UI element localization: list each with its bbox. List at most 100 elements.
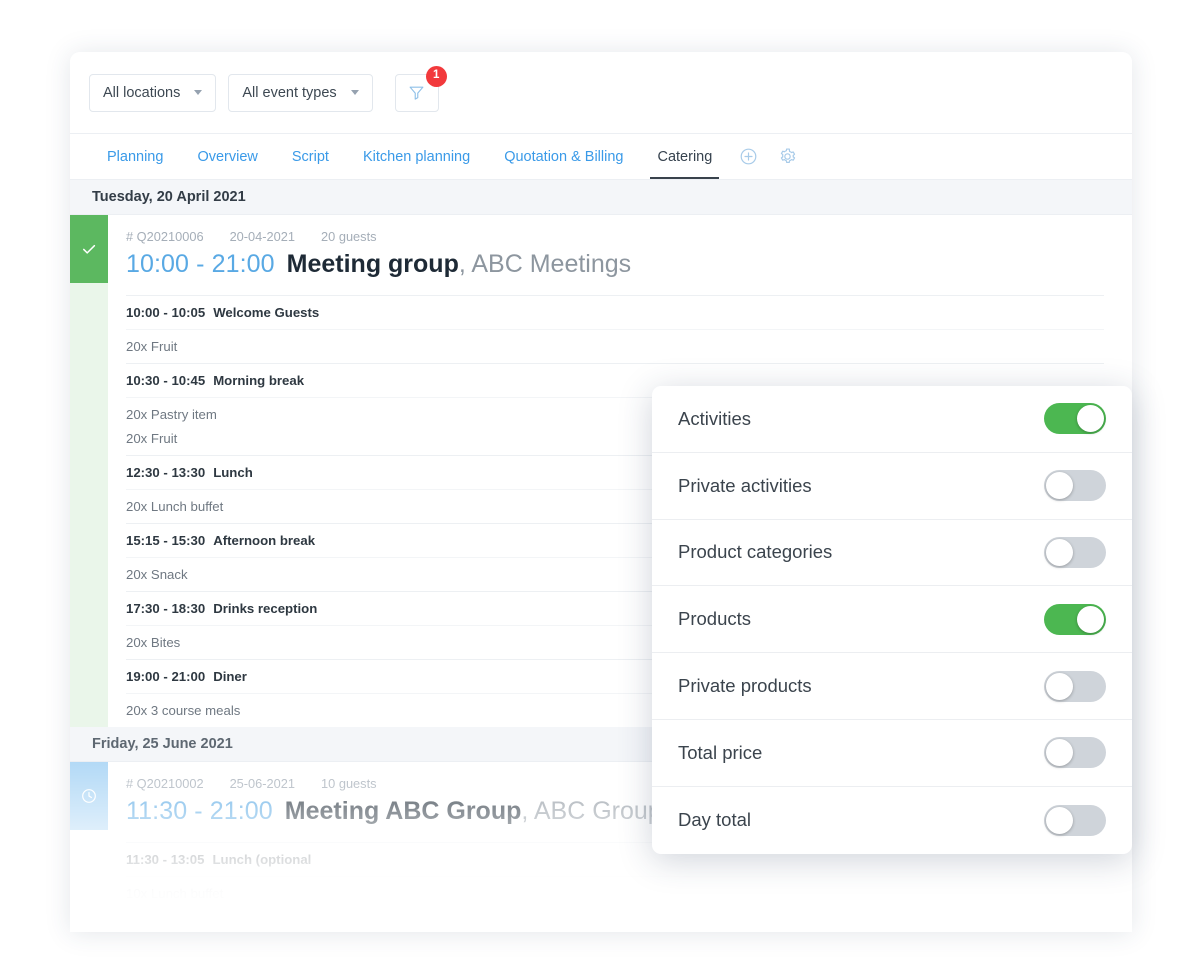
setting-label: Total price [678, 741, 763, 763]
plus-circle-icon [740, 148, 757, 165]
schedule-label: 20x Pastry item [126, 407, 217, 422]
toggle-knob [1046, 538, 1073, 566]
schedule-time: 15:15 - 15:30 [126, 533, 206, 548]
toggle-private-activities[interactable] [1044, 470, 1106, 502]
tab-label: Planning [107, 148, 164, 165]
gear-icon [781, 148, 796, 163]
tab-overview[interactable]: Overview [180, 134, 274, 179]
event-organisation: , ABC Meetings [458, 250, 632, 278]
location-filter-dropdown[interactable]: All locations [89, 73, 217, 112]
event-type-filter-dropdown[interactable]: All event types [228, 73, 373, 112]
tab-label: Kitchen planning [362, 148, 471, 165]
toggle-product-categories[interactable] [1044, 536, 1106, 568]
schedule-label: 10x Lunch buffet [126, 886, 224, 901]
event-name: Meeting ABC Group [284, 797, 522, 825]
day-header: Tuesday, 20 April 2021 [70, 180, 1132, 215]
event-guests: 20 guests [321, 229, 377, 244]
setting-row-products[interactable]: Products [652, 586, 1132, 654]
event-time-range: 10:00 - 21:00 [126, 250, 275, 278]
chevron-down-icon [194, 90, 203, 95]
schedule-label: Lunch (optional [212, 852, 312, 867]
schedule-time: 11:30 - 13:05 [126, 852, 205, 867]
tab-label: Script [291, 148, 329, 165]
clock-icon [82, 789, 96, 803]
schedule-activity-row[interactable]: 10:00 - 10:05 Welcome Guests [126, 295, 1104, 329]
toggle-knob [1046, 739, 1073, 767]
event-date: 20-04-2021 [229, 229, 296, 244]
filter-toolbar: All locations All event types 1 [70, 52, 1132, 134]
setting-label: Products [678, 608, 752, 630]
add-tab-button[interactable] [729, 134, 768, 179]
toggle-knob [1046, 672, 1073, 700]
schedule-label: Morning break [213, 373, 305, 388]
schedule-time: 19:00 - 21:00 [126, 669, 206, 684]
setting-label: Private products [678, 675, 812, 697]
schedule-product-row[interactable]: 20x Fruit [126, 329, 1104, 363]
status-rail-tail [70, 830, 108, 910]
setting-row-private-activities[interactable]: Private activities [652, 453, 1132, 520]
day-header-label: Friday, 25 June 2021 [92, 736, 233, 752]
check-icon [83, 244, 96, 254]
event-reference: # Q20210006 [126, 229, 204, 244]
schedule-label: Lunch [213, 465, 253, 480]
toggle-knob [1077, 605, 1104, 633]
event-time-range: 11:30 - 21:00 [126, 797, 273, 825]
setting-label: Product categories [678, 541, 833, 563]
setting-row-activities[interactable]: Activities [652, 386, 1132, 453]
event-guests: 10 guests [321, 776, 377, 791]
schedule-label: 20x 3 course meals [126, 703, 241, 718]
schedule-label: Afternoon break [213, 533, 316, 548]
schedule-time: 10:30 - 10:45 [126, 373, 206, 388]
setting-label: Private activities [678, 474, 812, 496]
setting-row-day-total[interactable]: Day total [652, 787, 1132, 854]
setting-row-private-products[interactable]: Private products [652, 653, 1132, 720]
schedule-label: Welcome Guests [213, 305, 320, 320]
toggle-total-price[interactable] [1044, 737, 1106, 769]
toggle-knob [1077, 405, 1104, 433]
toggle-knob [1046, 806, 1073, 834]
location-filter-label: All locations [103, 84, 181, 101]
tab-planning[interactable]: Planning [90, 134, 180, 179]
schedule-time: 12:30 - 13:30 [126, 465, 206, 480]
status-badge [70, 762, 108, 830]
tab-quotation-billing[interactable]: Quotation & Billing [487, 134, 640, 179]
schedule-label: 20x Bites [126, 635, 181, 650]
toggle-private-products[interactable] [1044, 670, 1106, 702]
tab-kitchen-planning[interactable]: Kitchen planning [346, 134, 487, 179]
filter-button[interactable]: 1 [394, 65, 447, 112]
setting-row-total-price[interactable]: Total price [652, 720, 1132, 787]
schedule-label: 20x Snack [126, 567, 188, 582]
toggle-products[interactable] [1044, 603, 1106, 635]
filter-count-badge: 1 [425, 65, 447, 87]
setting-row-product-categories[interactable]: Product categories [652, 520, 1132, 587]
tab-label: Catering [657, 148, 713, 165]
tab-script[interactable]: Script [275, 134, 346, 179]
tab-catering[interactable]: Catering [640, 134, 729, 179]
event-meta: # Q20210006 20-04-2021 20 guests [108, 215, 1132, 244]
schedule-label: 20x Lunch buffet [126, 499, 224, 514]
event-date: 25-06-2021 [229, 776, 296, 791]
tab-settings-button[interactable] [768, 134, 807, 179]
toggle-day-total[interactable] [1044, 804, 1106, 836]
toggle-activities[interactable] [1044, 403, 1106, 435]
funnel-icon [409, 86, 424, 100]
event-reference: # Q20210002 [126, 776, 204, 791]
setting-label: Day total [678, 809, 752, 831]
schedule-time: 10:00 - 10:05 [126, 305, 206, 320]
event-status-rail [70, 215, 108, 727]
event-title: 10:00 - 21:00 Meeting group, ABC Meetings [108, 244, 1132, 283]
event-status-rail [70, 762, 108, 910]
schedule-label: 20x Fruit [126, 339, 178, 354]
display-settings-panel: Activities Private activities Product ca… [652, 386, 1132, 854]
day-header-label: Tuesday, 20 April 2021 [92, 189, 246, 205]
status-badge [70, 215, 108, 283]
tab-bar: Planning Overview Script Kitchen plannin… [70, 134, 1132, 180]
schedule-label: Drinks reception [213, 601, 318, 616]
setting-label: Activities [678, 407, 751, 429]
schedule-product-row[interactable]: 10x Lunch buffet [126, 876, 1104, 910]
schedule-label: Diner [213, 669, 247, 684]
chevron-down-icon [350, 90, 359, 95]
schedule-time: 17:30 - 18:30 [126, 601, 206, 616]
status-rail-tail [70, 283, 108, 727]
schedule-label: 20x Fruit [126, 431, 178, 446]
